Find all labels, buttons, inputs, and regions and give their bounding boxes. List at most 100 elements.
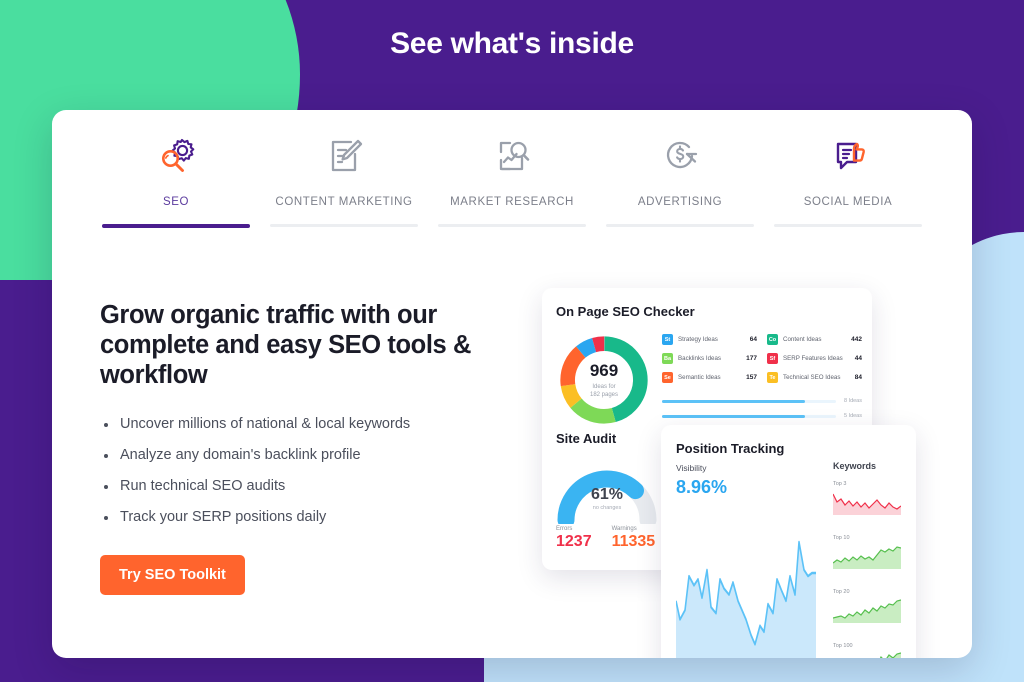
position-tracking-card: Position Tracking Visibility 8.96% Keywo… [661, 425, 916, 658]
warnings-label: Warnings [611, 526, 637, 532]
tab-label: MARKET RESEARCH [450, 196, 574, 208]
tab-bar: SEO CONTENT MARKETING MARKET RESEARCH AD… [92, 128, 932, 228]
page-title: See what's inside [390, 27, 634, 60]
seo-magnifier-gear-icon [152, 128, 200, 184]
legend-item-backlinks: Ba Backlinks Ideas 177 [662, 353, 757, 364]
sparkline-label: Top 20 [833, 589, 850, 595]
seo-checker-title: On Page SEO Checker [556, 304, 695, 319]
legend-item-strategy: St Strategy Ideas 64 [662, 334, 757, 345]
list-item: Track your SERP positions daily [100, 509, 490, 525]
legend-label: Technical SEO Ideas [783, 374, 841, 381]
tab-content-marketing[interactable]: CONTENT MARKETING [260, 128, 428, 228]
errors-stat: Errors 1237 [556, 526, 592, 551]
warnings-stat: Warnings 11335 [612, 526, 656, 551]
sparkline-chart [879, 652, 902, 658]
legend-label: Semantic Ideas [678, 374, 721, 381]
dollar-target-cursor-icon [656, 128, 704, 184]
errors-label: Errors [556, 526, 573, 532]
legend-value: 64 [749, 336, 757, 343]
legend-label: Strategy Ideas [678, 336, 718, 343]
site-audit-value-block: 61% no changes [554, 486, 660, 511]
site-audit-title: Site Audit [556, 431, 617, 446]
feature-panel: SEO CONTENT MARKETING MARKET RESEARCH AD… [52, 110, 972, 658]
progress-track [662, 414, 836, 418]
legend-badge: Te [767, 372, 778, 383]
legend-badge: St [662, 334, 673, 345]
legend-value: 84 [854, 374, 862, 381]
warnings-value: 11335 [611, 533, 656, 550]
list-item: Analyze any domain's backlink profile [100, 447, 490, 463]
legend-value: 442 [851, 336, 862, 343]
tab-underline [438, 224, 586, 227]
sparkline-chart [832, 599, 902, 623]
progress-row: 5 Ideas [662, 413, 862, 419]
sparkline-label: Top 100 [833, 643, 853, 649]
legend-badge: Se [662, 372, 673, 383]
progress-fill [662, 399, 805, 403]
ideas-legend: St Strategy Ideas 64 Co Content Ideas 44… [662, 334, 862, 383]
list-item: Run technical SEO audits [100, 478, 490, 494]
feature-content: Grow organic traffic with our complete a… [100, 300, 490, 596]
sparkline-chart [832, 493, 902, 515]
legend-value: 177 [746, 355, 757, 362]
tab-advertising[interactable]: ADVERTISING [596, 128, 764, 228]
donut-center-label: 969 Ideas for 182 pages [556, 332, 652, 428]
ideas-donut-chart: 969 Ideas for 182 pages [556, 332, 652, 428]
idea-progress-bars: 8 Ideas 5 Ideas [662, 398, 862, 428]
sparkline-top-100: Top 100 [833, 643, 902, 658]
sparkline-label: Top 10 [833, 535, 850, 541]
legend-item-technical: Te Technical SEO Ideas 84 [767, 372, 862, 383]
legend-badge: Co [767, 334, 778, 345]
sparkline-chart [832, 546, 902, 569]
list-item: Uncover millions of national & local key… [100, 416, 490, 432]
sparkline-label: Top 3 [833, 481, 847, 487]
document-pencil-icon [320, 128, 368, 184]
legend-label: Backlinks Ideas [678, 355, 721, 362]
progress-label: 5 Ideas [843, 413, 862, 419]
chart-magnifier-icon [488, 128, 536, 184]
legend-item-semantic: Se Semantic Ideas 157 [662, 372, 757, 383]
progress-label: 8 Ideas [843, 398, 862, 404]
position-tracking-title: Position Tracking [676, 441, 785, 456]
try-seo-toolkit-button[interactable]: Try SEO Toolkit [100, 555, 245, 596]
donut-total: 969 [589, 360, 619, 380]
legend-badge: Sf [767, 353, 778, 364]
legend-label: Content Ideas [783, 336, 822, 343]
tab-seo[interactable]: SEO [92, 128, 260, 228]
sparkline-top-10: Top 10 [832, 535, 902, 574]
errors-value: 1237 [556, 533, 592, 550]
keywords-label: Keywords [833, 461, 877, 471]
tab-underline [774, 224, 922, 227]
tab-label: SEO [162, 196, 190, 208]
page-root: See what's inside SEO CONTENT MARKETING … [0, 0, 1024, 682]
tab-social-media[interactable]: SOCIAL MEDIA [764, 128, 932, 228]
legend-value: 157 [746, 374, 757, 381]
tab-underline-active [102, 224, 250, 228]
legend-badge: Ba [662, 353, 673, 364]
site-audit-percent: 61% [590, 486, 624, 503]
tab-label: CONTENT MARKETING [275, 196, 413, 208]
tab-label: ADVERTISING [637, 196, 723, 208]
legend-value: 44 [854, 355, 862, 362]
sparkline-top-20: Top 20 [832, 589, 902, 628]
donut-subtitle: Ideas for 182 pages [589, 383, 619, 398]
chat-thumbs-up-icon [824, 128, 872, 184]
visibility-label: Visibility [676, 463, 707, 473]
feature-bullet-list: Uncover millions of national & local key… [100, 416, 490, 525]
visibility-value: 8.96% [676, 477, 728, 497]
legend-item-content: Co Content Ideas 442 [767, 334, 862, 345]
tab-label: SOCIAL MEDIA [803, 196, 893, 208]
visibility-area-chart [675, 511, 816, 658]
site-audit-note: no changes [592, 505, 622, 511]
legend-item-serp-features: Sf SERP Features Ideas 44 [767, 353, 862, 364]
tab-underline [606, 224, 754, 227]
site-audit-stats: Errors 1237 Warnings 11335 [556, 526, 655, 551]
feature-headline: Grow organic traffic with our complete a… [100, 301, 472, 390]
legend-label: SERP Features Ideas [783, 355, 843, 362]
progress-track [662, 399, 836, 403]
tab-underline [270, 224, 418, 227]
progress-row: 8 Ideas [662, 398, 862, 404]
tab-market-research[interactable]: MARKET RESEARCH [428, 128, 596, 228]
progress-fill [662, 414, 805, 418]
sparkline-top-3: Top 3 [832, 481, 902, 520]
